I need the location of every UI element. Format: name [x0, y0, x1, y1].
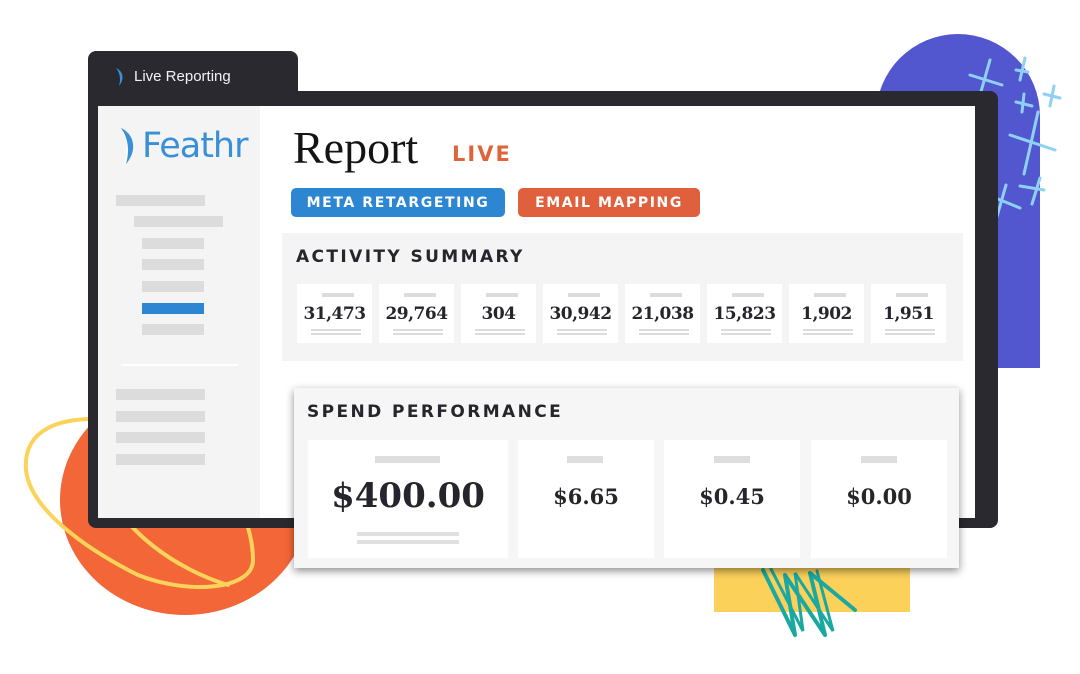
activity-stat-card: 304	[461, 284, 536, 343]
live-badge: LIVE	[452, 142, 512, 166]
stat-value: 21,038	[631, 304, 694, 324]
spend-value: $6.65	[553, 484, 619, 509]
stat-value: 30,942	[549, 304, 612, 324]
stat-value: 304	[481, 304, 517, 324]
stat-value: 1,951	[883, 304, 934, 324]
decorative-scribble-zigzag	[761, 567, 857, 637]
brand-name: Feathr	[142, 126, 248, 166]
activity-stat-card: 29,764	[379, 284, 454, 343]
tag-meta-retargeting[interactable]: META RETARGETING	[291, 188, 505, 217]
activity-summary-panel: ACTIVITY SUMMARY 31,473 29,764 304 30,94…	[282, 233, 963, 361]
stat-value: 29,764	[385, 304, 448, 324]
tab-label: Live Reporting	[134, 68, 231, 85]
sidebar: Feathr	[98, 106, 260, 518]
sidebar-subitem-active[interactable]	[142, 303, 204, 314]
activity-stat-card: 30,942	[543, 284, 618, 343]
spend-card: $0.45	[664, 440, 800, 558]
stat-value: 15,823	[713, 304, 776, 324]
page-title: Report	[293, 122, 419, 173]
activity-stat-card: 15,823	[707, 284, 782, 343]
sidebar-item[interactable]	[116, 411, 205, 422]
spend-card-total: $400.00	[308, 440, 508, 558]
sidebar-item[interactable]	[116, 454, 205, 465]
activity-stat-card: 1,902	[789, 284, 864, 343]
sidebar-divider	[121, 364, 238, 366]
stat-value: 1,902	[801, 304, 852, 324]
activity-stat-card: 31,473	[297, 284, 372, 343]
activity-summary-title: ACTIVITY SUMMARY	[296, 247, 525, 267]
tag-email-mapping[interactable]: EMAIL MAPPING	[518, 188, 700, 217]
feathr-feather-icon	[116, 68, 123, 86]
sidebar-item[interactable]	[116, 432, 205, 443]
spend-value: $0.45	[699, 484, 765, 509]
sidebar-item[interactable]	[116, 195, 205, 206]
feather-logo-icon	[121, 128, 134, 164]
spend-performance-title: SPEND PERFORMANCE	[307, 402, 564, 422]
activity-stat-card: 21,038	[625, 284, 700, 343]
sidebar-item[interactable]	[134, 216, 223, 227]
spend-card: $6.65	[518, 440, 654, 558]
sidebar-subitem[interactable]	[142, 281, 204, 292]
spend-value: $400.00	[331, 476, 485, 516]
sidebar-item[interactable]	[116, 389, 205, 400]
spend-card: $0.00	[811, 440, 947, 558]
sidebar-subitem[interactable]	[142, 259, 204, 270]
activity-stat-card: 1,951	[871, 284, 946, 343]
spend-performance-panel: SPEND PERFORMANCE $400.00 $6.65 $0.45 $0…	[294, 388, 959, 568]
sidebar-subitem[interactable]	[142, 324, 204, 335]
sidebar-subitem[interactable]	[142, 238, 204, 249]
stat-value: 31,473	[303, 304, 366, 324]
spend-value: $0.00	[846, 484, 912, 509]
brand-logo[interactable]: Feathr	[118, 124, 248, 168]
